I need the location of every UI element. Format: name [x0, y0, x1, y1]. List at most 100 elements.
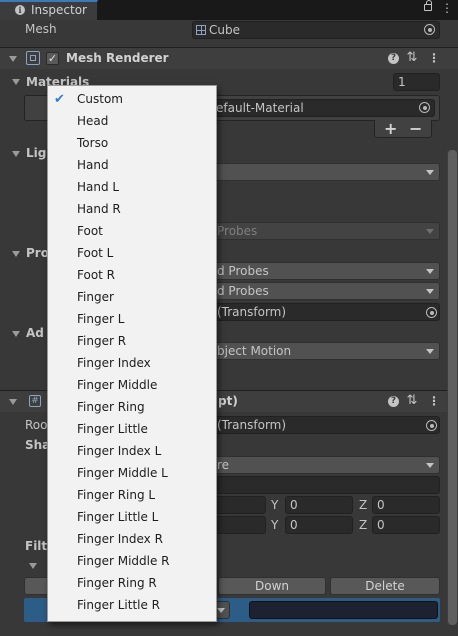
- chevron-down-icon: [426, 289, 434, 294]
- menu-item-hand[interactable]: Hand: [48, 155, 216, 177]
- down-button[interactable]: Down: [218, 577, 326, 595]
- menu-item-finger-middle-r[interactable]: Finger Middle R: [48, 551, 216, 573]
- menu-item-label: Finger Little L: [77, 510, 159, 524]
- menu-item-label: Head: [77, 114, 109, 128]
- info-icon: i: [15, 5, 25, 15]
- menu-item-label: Foot R: [77, 268, 116, 282]
- menu-item-custom[interactable]: ✔ Custom: [48, 89, 216, 111]
- light-probes-mode-dropdown[interactable]: d Probes: [192, 262, 440, 280]
- probes-foldout-icon[interactable]: [12, 251, 20, 257]
- reflection-probes-dropdown[interactable]: d Probes: [192, 282, 440, 300]
- menu-item-foot[interactable]: Foot: [48, 221, 216, 243]
- menu-item-foot-r[interactable]: Foot R: [48, 265, 216, 287]
- help-icon[interactable]: ?: [388, 53, 399, 64]
- help-icon[interactable]: ?: [388, 396, 399, 407]
- chevron-down-icon: [426, 349, 434, 354]
- y-field-1[interactable]: 0: [285, 496, 353, 514]
- additional-settings-label: Ad: [26, 326, 44, 340]
- object-picker-icon[interactable]: [426, 420, 437, 431]
- tab-inspector[interactable]: i Inspector: [0, 0, 98, 20]
- menu-item-label: Finger Ring R: [77, 576, 157, 590]
- scrollbar-thumb[interactable]: [448, 150, 457, 625]
- menu-item-label: Finger Index: [77, 356, 151, 370]
- menu-item-label: Finger: [77, 290, 114, 304]
- chevron-down-icon: [426, 269, 434, 274]
- chevron-down-icon: [426, 229, 434, 234]
- additional-foldout-icon[interactable]: [12, 331, 20, 337]
- kebab-menu-icon[interactable]: ⋮: [428, 394, 440, 408]
- object-picker-icon[interactable]: [424, 24, 435, 35]
- probes-label: Pro: [26, 246, 49, 260]
- z-label-2: Z: [359, 518, 368, 532]
- materials-size-field[interactable]: 1: [393, 73, 440, 91]
- menu-item-label: Finger Ring L: [77, 488, 156, 502]
- cast-shadows-dropdown[interactable]: [192, 163, 440, 181]
- menu-item-finger-index[interactable]: Finger Index: [48, 353, 216, 375]
- body-part-popup-menu: ✔ Custom Head Torso Hand Hand L Hand R F…: [47, 85, 217, 622]
- lock-icon[interactable]: [424, 0, 432, 11]
- root-object-field[interactable]: (Transform): [192, 416, 440, 434]
- mesh-renderer-header[interactable]: ✓ Mesh Renderer ? ⇅ ⋮: [0, 47, 458, 69]
- z-field-1[interactable]: 0: [372, 496, 440, 514]
- menu-item-label: Foot L: [77, 246, 114, 260]
- z-label-1: Z: [359, 498, 368, 512]
- y-label-2: Y: [271, 518, 279, 532]
- menu-item-finger-little-r[interactable]: Finger Little R: [48, 595, 216, 617]
- kebab-menu-icon[interactable]: ⋮: [428, 51, 440, 65]
- menu-item-finger[interactable]: Finger: [48, 287, 216, 309]
- menu-item-label: Finger Little R: [77, 598, 161, 612]
- foldout-arrow-icon[interactable]: [9, 56, 17, 62]
- motion-vectors-dropdown[interactable]: bject Motion: [192, 342, 440, 360]
- menu-item-label: Finger Middle: [77, 378, 158, 392]
- shape-param-field[interactable]: [192, 476, 440, 494]
- menu-item-finger-ring[interactable]: Finger Ring: [48, 397, 216, 419]
- row-name-field[interactable]: [249, 601, 438, 619]
- menu-item-head[interactable]: Head: [48, 111, 216, 133]
- add-element-button[interactable]: +: [384, 119, 397, 138]
- menu-item-finger-ring-r[interactable]: Finger Ring R: [48, 573, 216, 595]
- menu-item-hand-l[interactable]: Hand L: [48, 177, 216, 199]
- menu-item-finger-middle-l[interactable]: Finger Middle L: [48, 463, 216, 485]
- materials-foldout-icon[interactable]: [12, 79, 20, 85]
- mesh-renderer-icon: [26, 51, 40, 65]
- script-icon: #: [29, 395, 41, 407]
- kebab-menu-icon[interactable]: ⋮: [441, 1, 453, 15]
- lighting-foldout-icon[interactable]: [12, 151, 20, 157]
- menu-item-foot-l[interactable]: Foot L: [48, 243, 216, 265]
- menu-item-finger-ring-l[interactable]: Finger Ring L: [48, 485, 216, 507]
- y-field-2[interactable]: 0: [285, 516, 353, 534]
- enabled-checkbox[interactable]: ✓: [46, 52, 59, 65]
- material-element-field[interactable]: efault-Material: [211, 99, 435, 117]
- preset-icon[interactable]: ⇅: [406, 394, 418, 407]
- menu-item-label: Hand L: [77, 180, 120, 194]
- preset-icon[interactable]: ⇅: [406, 51, 418, 64]
- menu-item-finger-little-l[interactable]: Finger Little L: [48, 507, 216, 529]
- menu-item-finger-l[interactable]: Finger L: [48, 309, 216, 331]
- chevron-down-icon: [217, 608, 225, 613]
- component-title: pt): [218, 394, 238, 408]
- menu-item-finger-index-l[interactable]: Finger Index L: [48, 441, 216, 463]
- menu-item-label: Finger Middle L: [77, 466, 168, 480]
- component-title: Mesh Renderer: [66, 51, 169, 65]
- remove-element-button[interactable]: −: [409, 119, 422, 138]
- menu-item-finger-r[interactable]: Finger R: [48, 331, 216, 353]
- list-foldout-icon[interactable]: [29, 563, 37, 569]
- menu-item-finger-index-r[interactable]: Finger Index R: [48, 529, 216, 551]
- foldout-arrow-icon[interactable]: [9, 399, 17, 405]
- checkmark-icon: ✔: [54, 92, 65, 107]
- mesh-value: Cube: [209, 23, 240, 37]
- menu-item-hand-r[interactable]: Hand R: [48, 199, 216, 221]
- menu-item-torso[interactable]: Torso: [48, 133, 216, 155]
- menu-item-finger-middle[interactable]: Finger Middle: [48, 375, 216, 397]
- chevron-down-icon: [426, 463, 434, 468]
- shape-dropdown[interactable]: re: [192, 456, 440, 474]
- object-picker-icon[interactable]: [426, 307, 437, 318]
- menu-item-finger-little[interactable]: Finger Little: [48, 419, 216, 441]
- z-field-2[interactable]: 0: [372, 516, 440, 534]
- anchor-override-field[interactable]: (Transform): [192, 303, 440, 321]
- lighting-label: Lig: [26, 146, 47, 160]
- menu-item-label: Finger Index R: [77, 532, 163, 546]
- mesh-object-field[interactable]: Cube: [192, 21, 440, 39]
- delete-button[interactable]: Delete: [330, 577, 440, 595]
- object-picker-icon[interactable]: [419, 102, 430, 113]
